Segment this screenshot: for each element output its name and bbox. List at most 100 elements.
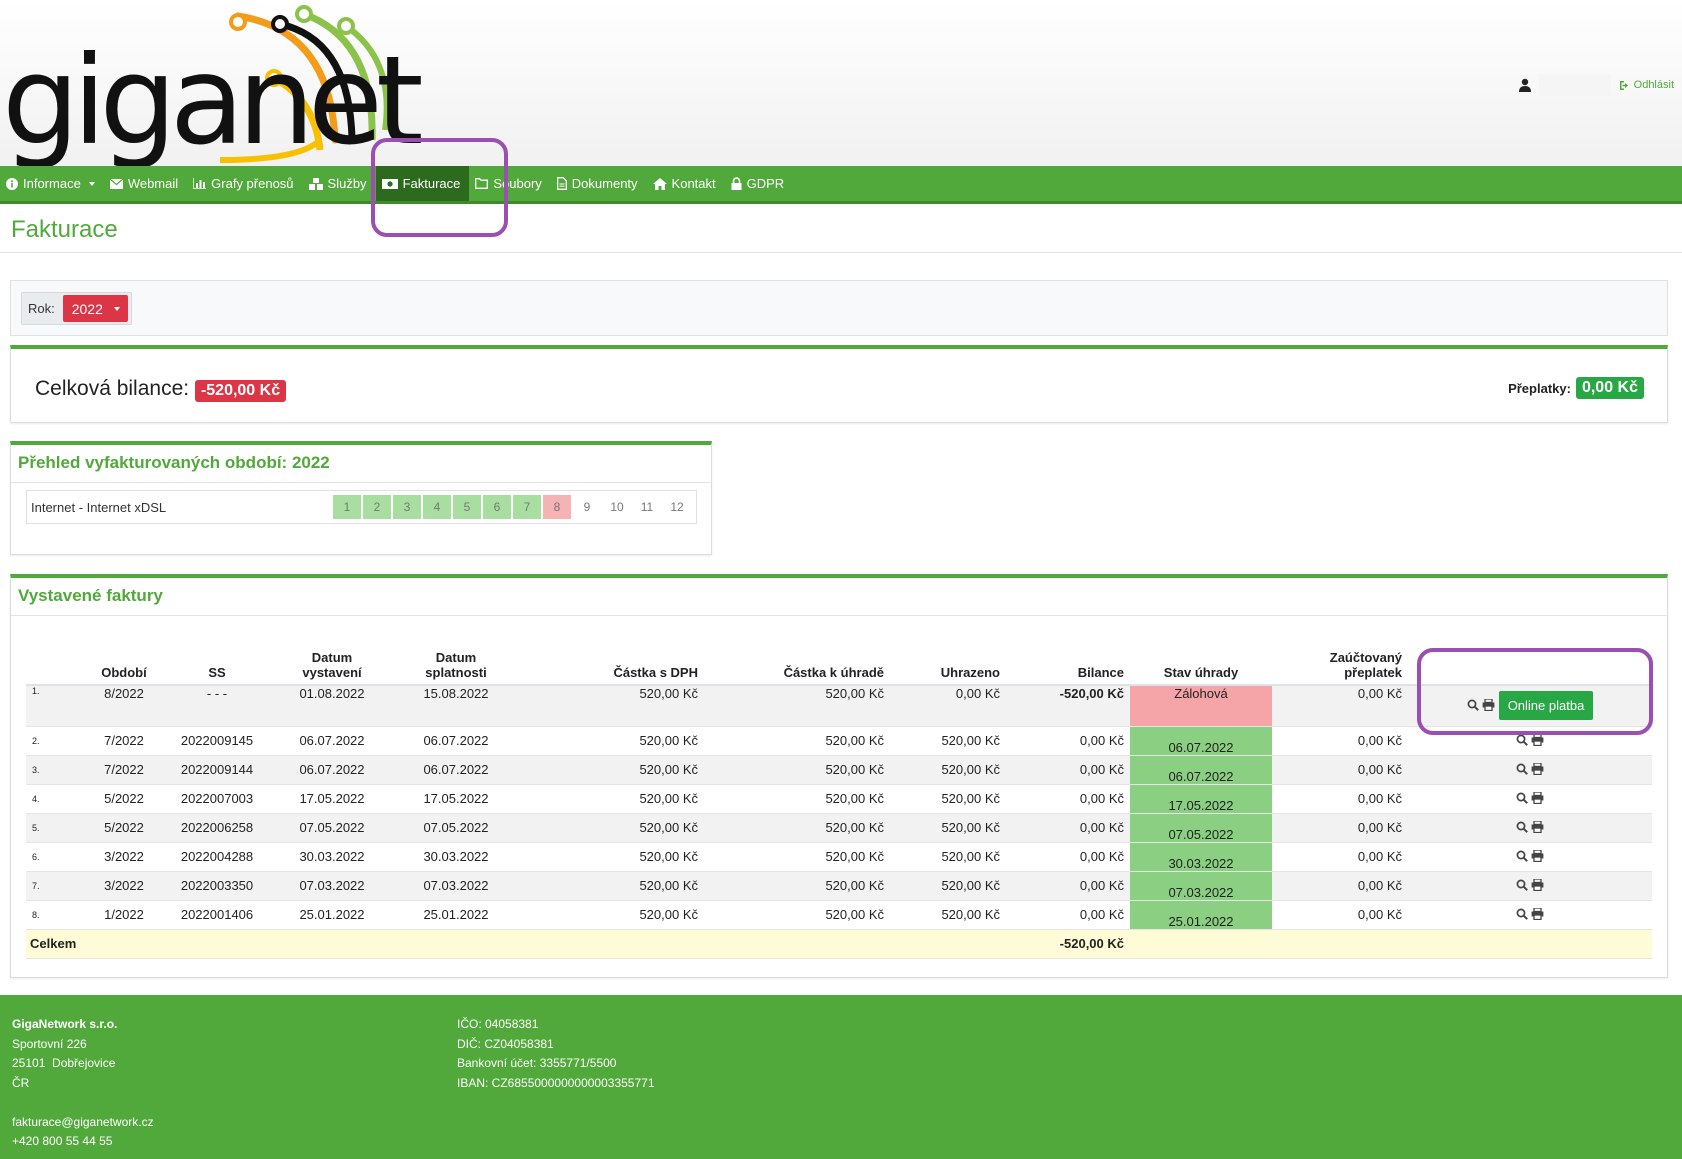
main-navbar: Informace Webmail Grafy přenosů Služby F… <box>0 166 1682 204</box>
print-icon[interactable] <box>1531 761 1544 778</box>
print-icon[interactable] <box>1531 819 1544 836</box>
cell-uhrazeno: 520,00 Kč <box>890 754 1006 784</box>
money-icon <box>381 178 398 189</box>
print-icon[interactable] <box>1482 698 1495 714</box>
cell-actions <box>1408 783 1652 813</box>
search-icon[interactable] <box>1467 699 1479 714</box>
print-icon[interactable] <box>1531 877 1544 894</box>
nav-soubory[interactable]: Soubory <box>469 166 550 201</box>
print-icon[interactable] <box>1531 848 1544 865</box>
overpayments-badge: 0,00 Kč <box>1575 377 1644 399</box>
logout-label: Odhlásit <box>1633 79 1674 91</box>
online-payment-button[interactable]: Online platba <box>1498 691 1594 721</box>
invoices-table-header: Období SS Datum vystavení Datum splatnosti… <box>26 633 1652 686</box>
nav-dokumenty[interactable]: Dokumenty <box>551 166 647 201</box>
cell-obdobi: 3/2022 <box>84 870 164 900</box>
row-number: 2. <box>26 725 84 755</box>
col-castka-dph-header: Částka s DPH <box>518 633 704 686</box>
billed-periods-panel: Přehled vyfakturovaných období: 2022 Int… <box>10 441 712 555</box>
year-filter: Rok: 2022 <box>21 292 132 325</box>
cell-datum-vystaveni: 30.03.2022 <box>270 841 394 871</box>
lock-icon <box>731 177 742 190</box>
print-icon[interactable] <box>1531 906 1544 923</box>
cell-obdobi: 5/2022 <box>84 812 164 842</box>
month-11: 11 <box>640 500 654 514</box>
cell-datum-splatnosti: 07.03.2022 <box>394 870 518 900</box>
row-number: 6. <box>26 841 84 871</box>
cell-preplatek: 0,00 Kč <box>1272 870 1408 900</box>
table-row: 8. 1/2022 2022001406 25.01.2022 25.01.2022 52… <box>26 899 1652 929</box>
cell-bilance: 0,00 Kč <box>1006 725 1130 755</box>
month-2: 2 <box>363 495 391 519</box>
cell-datum-splatnosti: 17.05.2022 <box>394 783 518 813</box>
row-number: 7. <box>26 870 84 900</box>
search-icon[interactable] <box>1516 792 1528 807</box>
row-number: 5. <box>26 812 84 842</box>
sign-out-icon <box>1619 80 1628 90</box>
month-5: 5 <box>453 495 481 519</box>
invoices-table: Období SS Datum vystavení Datum splatnosti… <box>26 633 1652 959</box>
footer-iban: IBAN: CZ6855000000000003355771 <box>457 1075 655 1090</box>
cell-ss: 2022004288 <box>164 841 270 871</box>
cell-uhrazeno: 520,00 Kč <box>890 899 1006 929</box>
cell-actions: Online platba <box>1408 684 1652 726</box>
row-actions <box>1516 819 1544 836</box>
row-actions <box>1467 698 1495 714</box>
search-icon[interactable] <box>1516 763 1528 778</box>
cell-datum-splatnosti: 15.08.2022 <box>394 684 518 726</box>
header-line: přeplatek <box>1344 665 1402 680</box>
nav-dokumenty-label: Dokumenty <box>571 176 638 191</box>
table-row: 5. 5/2022 2022006258 07.05.2022 07.05.2022 52… <box>26 812 1652 842</box>
print-icon[interactable] <box>1531 790 1544 807</box>
month-10: 10 <box>610 500 624 514</box>
cell-uhrazeno: 520,00 Kč <box>890 870 1006 900</box>
search-icon[interactable] <box>1516 908 1528 923</box>
logout-link[interactable]: Odhlásit <box>1619 79 1674 91</box>
table-row: 6. 3/2022 2022004288 30.03.2022 30.03.2022 52… <box>26 841 1652 871</box>
nav-kontakt[interactable]: Kontakt <box>647 166 725 201</box>
total-label: Celkem <box>26 928 164 959</box>
total-spacer <box>1130 928 1652 959</box>
search-icon[interactable] <box>1516 821 1528 836</box>
nav-sluzby[interactable]: Služby <box>303 166 376 201</box>
cell-castka-dph: 520,00 Kč <box>518 841 704 871</box>
page-title: Fakturace <box>11 216 118 243</box>
giganet-logo[interactable]: giganet <box>0 0 424 166</box>
col-datum-vystaveni-header: Datum vystavení <box>270 633 394 686</box>
footer-account: Bankovní účet: 3355771/5500 <box>457 1056 617 1070</box>
cell-uhrazeno: 520,00 Kč <box>890 783 1006 813</box>
cell-ss: 2022009145 <box>164 725 270 755</box>
cell-bilance: 0,00 Kč <box>1006 841 1130 871</box>
info-icon <box>6 177 18 190</box>
overpayments-label: Přeplatky: <box>1508 380 1571 396</box>
month-12: 12 <box>670 500 684 514</box>
logo-wordmark: giganet <box>2 30 424 172</box>
year-select-button[interactable]: 2022 <box>62 295 128 322</box>
cell-bilance: 0,00 Kč <box>1006 870 1130 900</box>
col-bilance-header: Bilance <box>1006 633 1130 686</box>
search-icon[interactable] <box>1516 734 1528 749</box>
month-7: 7 <box>513 495 541 519</box>
search-icon[interactable] <box>1516 850 1528 865</box>
col-number-header <box>26 633 84 686</box>
table-row: 2. 7/2022 2022009145 06.07.2022 06.07.2022 52… <box>26 725 1652 755</box>
cell-obdobi: 8/2022 <box>84 684 164 726</box>
nav-kontakt-label: Kontakt <box>671 176 716 191</box>
row-number: 8. <box>26 899 84 929</box>
chevron-down-icon <box>88 181 95 186</box>
nav-sluzby-label: Služby <box>327 176 367 191</box>
footer-email[interactable]: fakturace@giganetwork.cz <box>12 1113 154 1133</box>
nav-informace[interactable]: Informace <box>0 166 104 201</box>
search-icon[interactable] <box>1516 879 1528 894</box>
cell-preplatek: 0,00 Kč <box>1272 754 1408 784</box>
footer-company-name: GigaNetwork s.r.o. <box>12 1017 118 1031</box>
nav-gdpr[interactable]: GDPR <box>725 166 794 201</box>
nav-fakturace[interactable]: Fakturace <box>375 166 470 201</box>
col-obdobi-header[interactable]: Období <box>84 633 164 686</box>
cell-ss: 2022003350 <box>164 870 270 900</box>
cell-castka-uhrade: 520,00 Kč <box>704 841 890 871</box>
nav-webmail-label: Webmail <box>127 176 179 191</box>
print-icon[interactable] <box>1531 732 1544 749</box>
nav-grafy[interactable]: Grafy přenosů <box>187 166 302 201</box>
nav-webmail[interactable]: Webmail <box>104 166 187 201</box>
